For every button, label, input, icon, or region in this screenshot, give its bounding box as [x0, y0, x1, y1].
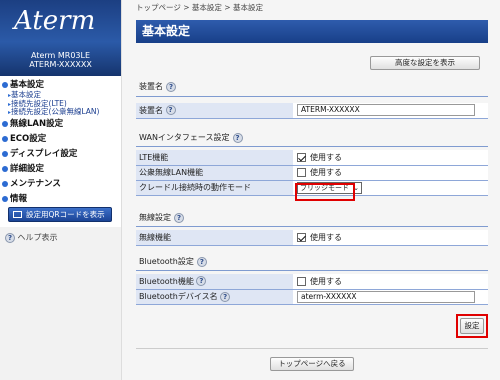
section-device-name: 装置名?: [136, 81, 176, 93]
highlight-box: [295, 183, 355, 201]
table-row: 無線機能 使用する: [136, 230, 488, 246]
bluetooth-name-input[interactable]: aterm-XXXXXX: [297, 290, 475, 303]
side-menu: 基本設定 ▸基本設定 ▸接続先設定(LTE) ▸接続先設定(公衆無線LAN) 無…: [2, 80, 120, 205]
main-panel: トップページ > 基本設定 > 基本設定 基本設定 高度な設定を表示 装置名? …: [121, 0, 500, 380]
model-info: Aterm MR03LE ATERM-XXXXXX: [0, 51, 121, 69]
field-label: Bluetooth機能 ?: [136, 274, 293, 290]
field-label: クレードル接続時の動作モード: [136, 180, 293, 196]
section-wan: WANインタフェース設定?: [136, 132, 243, 144]
help-icon: ?: [5, 232, 15, 243]
show-advanced-button[interactable]: 高度な設定を表示: [370, 56, 480, 70]
divider: [136, 146, 488, 147]
sidebar: Aterm Aterm MR03LE ATERM-XXXXXX 基本設定 ▸基本…: [0, 0, 121, 380]
table-row: Bluetooth機能 ? 使用する: [136, 274, 488, 290]
menu-maintenance[interactable]: メンテナンス: [2, 179, 120, 190]
menu-display[interactable]: ディスプレイ設定: [2, 149, 120, 160]
sidebar-lower-panel: [0, 227, 121, 380]
divider: [136, 226, 488, 227]
table-row: Bluetoothデバイス名 ? aterm-XXXXXX: [136, 289, 488, 305]
model-name: Aterm MR03LE: [30, 51, 91, 60]
menu-sub-public-wlan[interactable]: ▸接続先設定(公衆無線LAN): [2, 107, 120, 117]
aterm-logo: Aterm: [14, 6, 96, 36]
divider: [136, 96, 488, 97]
table-row: 公衆無線LAN機能 使用する: [136, 165, 488, 181]
help-icon[interactable]: ?: [166, 81, 176, 92]
help-icon[interactable]: ?: [165, 105, 176, 116]
field-label: LTE機能: [136, 150, 293, 166]
back-to-top-button[interactable]: トップページへ戻る: [270, 357, 354, 371]
bluetooth-table: Bluetooth機能 ? 使用する Bluetoothデバイス名 ? ater…: [136, 274, 488, 305]
menu-eco[interactable]: ECO設定: [2, 134, 120, 145]
device-id: ATERM-XXXXXX: [29, 60, 92, 69]
qr-code-button[interactable]: 設定用QRコードを表示: [8, 207, 112, 222]
menu-info[interactable]: 情報: [2, 194, 120, 205]
help-icon[interactable]: ?: [196, 256, 207, 267]
lte-checkbox[interactable]: [297, 152, 306, 162]
section-bluetooth: Bluetooth設定?: [136, 256, 207, 268]
menu-wlan[interactable]: 無線LAN設定: [2, 119, 120, 130]
breadcrumb: トップページ > 基本設定 > 基本設定: [136, 3, 263, 12]
bluetooth-checkbox[interactable]: [297, 276, 306, 286]
help-icon[interactable]: ?: [220, 291, 231, 302]
divider: [136, 348, 488, 349]
help-icon[interactable]: ?: [174, 212, 184, 223]
field-label: 装置名 ?: [136, 103, 293, 119]
help-icon[interactable]: ?: [196, 276, 207, 287]
menu-basic-settings[interactable]: 基本設定: [2, 80, 120, 91]
logo-panel: Aterm Aterm MR03LE ATERM-XXXXXX: [0, 0, 121, 76]
highlight-box: [456, 314, 488, 338]
table-row: 装置名 ? ATERM-XXXXXX: [136, 103, 488, 119]
device-table: 装置名 ? ATERM-XXXXXX: [136, 103, 488, 119]
table-row: LTE機能 使用する: [136, 150, 488, 166]
section-wireless: 無線設定?: [136, 212, 184, 224]
divider: [136, 270, 488, 271]
public-wlan-checkbox[interactable]: [297, 168, 306, 177]
help-icon[interactable]: ?: [232, 132, 243, 143]
page-title: 基本設定: [136, 20, 488, 43]
menu-advanced[interactable]: 詳細設定: [2, 164, 120, 175]
wireless-checkbox[interactable]: [297, 232, 306, 242]
qr-icon: [13, 211, 22, 218]
field-label: 公衆無線LAN機能: [136, 165, 293, 181]
device-name-input[interactable]: ATERM-XXXXXX: [297, 104, 475, 117]
help-label: ヘルプ表示: [17, 233, 58, 242]
help-toggle[interactable]: ? ヘルプ表示: [5, 232, 58, 243]
field-label: 無線機能: [136, 230, 293, 246]
wireless-table: 無線機能 使用する: [136, 230, 488, 246]
field-label: Bluetoothデバイス名 ?: [136, 289, 293, 305]
